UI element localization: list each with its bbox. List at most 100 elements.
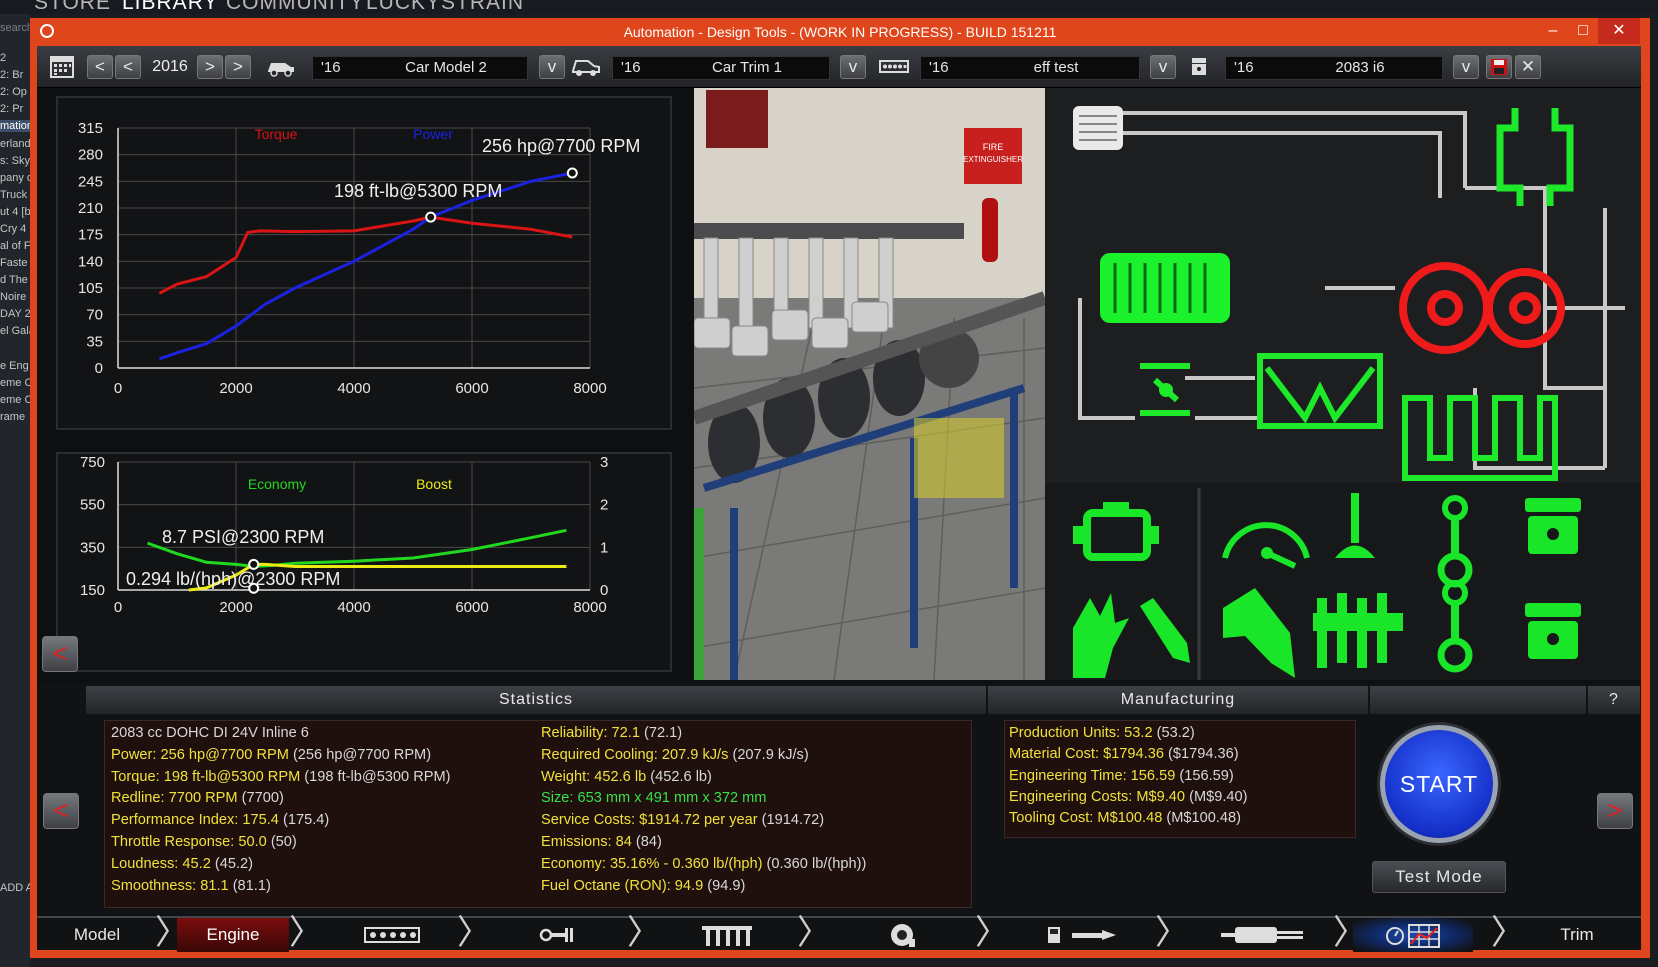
nav-turbo-icon[interactable] [827,918,977,952]
steam-game-item[interactable]: el Gala [0,325,30,337]
stat-row: Weight: 452.6 lb (452.6 lb) [541,769,712,785]
engine-scene-graphic: FIRE EXTINGUISHER [694,88,1045,680]
engine-variant-field[interactable]: '16 2083 i6 [1225,56,1443,80]
stat-value: Smoothness: 81.1 [111,877,229,894]
stat-value: Throttle Response: 50.0 [111,834,267,850]
year-forward-button[interactable]: > [197,55,223,79]
calendar-icon[interactable] [46,53,78,81]
nav-aspiration-icon[interactable] [657,918,797,952]
steam-game-item[interactable]: s: Sky [0,155,30,167]
nav-chevron: 〉 [627,914,661,952]
start-button[interactable]: START [1380,725,1498,843]
steam-game-item[interactable]: ut 4 [b [0,206,30,218]
year-value: 2016 [152,58,188,75]
x-tick-label: 8000 [573,599,606,616]
stat-row: 2083 cc DOHC DI 24V Inline 6 [111,725,309,741]
legend-torque: Torque [255,126,298,142]
steam-game-item[interactable]: d The [0,274,30,286]
stat-base-value: (198 ft-lb@5300 RPM) [300,768,451,785]
steam-game-item[interactable]: Noire [0,291,30,303]
car-model-dropdown[interactable]: v [539,55,565,79]
steam-game-item[interactable]: Truck [0,189,30,201]
engine-family-field[interactable]: '16 eff test [920,56,1140,80]
nav-engine[interactable]: Engine [177,918,289,952]
stat-value: Tooling Cost: M$100.48 [1009,810,1163,827]
year-forward-10-button[interactable]: > [225,55,251,79]
steam-game-item[interactable]: 2: Op [0,86,30,98]
nav-model[interactable]: Model [37,918,157,952]
chart-back-button[interactable]: < [42,636,78,672]
save-icon[interactable] [1486,55,1512,79]
steam-game-item[interactable]: pany o [0,172,30,184]
stat-base-value: (72.1) [639,725,683,741]
stat-value: Performance Index: 175.4 [111,812,279,829]
year-back-10-button[interactable]: < [87,55,113,79]
nav-bottom-end-icon[interactable] [327,918,457,952]
car-trim-icon [570,53,602,81]
nav-test-icon[interactable] [1353,918,1473,952]
legend-economy: Economy [248,476,306,492]
nav-trim[interactable]: Trim [1517,918,1637,952]
piston-alt-icon[interactable] [1525,603,1581,659]
engine-family-dropdown[interactable]: v [1150,55,1176,79]
steam-nav-user[interactable]: LUCKYSTRAIN [366,0,524,14]
close-design-button[interactable]: ✕ [1515,55,1541,79]
car-trim-field[interactable]: '16 Car Trim 1 [612,56,830,80]
stat-base-value: (256 hp@7700 RPM) [288,746,432,763]
steam-nav-library[interactable]: LIBRARY [122,0,219,14]
y-tick-label: 280 [78,147,103,164]
nav-fuel-system-icon[interactable] [1007,918,1157,952]
steam-game-item[interactable]: mation [0,120,30,132]
intercooler-icon[interactable] [1100,253,1230,323]
close-window-button[interactable]: ✕ [1598,18,1640,44]
steam-search-field[interactable]: search [0,22,30,34]
peak-marker [425,211,437,223]
help-button[interactable]: ? [1588,686,1640,714]
stat-base-value: (156.59) [1175,767,1234,784]
nav-top-end-icon[interactable] [487,918,627,952]
steam-game-item[interactable]: Cry 4 [0,223,30,235]
steam-add-game[interactable]: ADD A [0,882,30,894]
steam-game-item[interactable]: 2 [0,52,30,64]
minimize-button[interactable]: – [1538,18,1568,44]
engine-3d-view[interactable]: FIRE EXTINGUISHER [694,88,1045,680]
steam-game-item[interactable]: al of F [0,240,30,252]
year-back-button[interactable]: < [115,55,141,79]
car-trim-dropdown[interactable]: v [840,55,866,79]
air-filter-icon[interactable] [1073,106,1123,150]
next-step-button[interactable]: > [1597,793,1633,829]
nav-exhaust-icon[interactable] [1187,918,1337,952]
piston-part-icon[interactable] [1525,498,1581,554]
steam-nav-store[interactable]: STORE [34,0,111,14]
steam-game-item[interactable]: eme C [0,394,30,406]
stat-value: Required Cooling: 207.9 kJ/s [541,746,729,763]
x-tick-label: 8000 [573,380,606,397]
steam-game-item[interactable]: 2: Pr [0,103,30,115]
steam-game-item[interactable]: 2: Br [0,69,30,81]
steam-game-item[interactable]: eme C [0,377,30,389]
x-tick-label: 6000 [455,380,488,397]
svg-text:EXTINGUISHER: EXTINGUISHER [963,155,1023,164]
car-model-field[interactable]: '16 Car Model 2 [312,56,528,80]
engine-block-icon [877,53,909,81]
engine-variant-dropdown[interactable]: v [1453,55,1479,79]
stat-base-value: (1914.72) [757,812,825,829]
y-tick-label: 210 [78,200,103,217]
steam-game-item[interactable]: rame [0,411,30,423]
test-mode-button[interactable]: Test Mode [1372,861,1506,893]
stat-value: 2083 cc DOHC DI 24V Inline 6 [111,725,309,741]
steam-nav-community[interactable]: COMMUNITY [226,0,365,14]
y-tick-label: 245 [78,173,103,190]
stat-value: Engineering Costs: M$9.40 [1009,788,1186,805]
steam-game-item[interactable]: DAY 2 [0,308,30,320]
steam-game-item[interactable]: e Eng [0,360,30,372]
legend-boost: Boost [416,476,452,492]
steam-game-item[interactable]: Faste [0,257,30,269]
y-tick-label: 35 [86,333,103,350]
steam-game-item[interactable]: erland [0,138,30,150]
stat-base-value: (7700) [237,790,284,807]
maximize-button[interactable]: □ [1568,18,1598,44]
engine-schematic[interactable] [1045,88,1641,680]
stats-back-button[interactable]: < [43,793,79,829]
stat-base-value: (M$9.40) [1185,788,1248,805]
